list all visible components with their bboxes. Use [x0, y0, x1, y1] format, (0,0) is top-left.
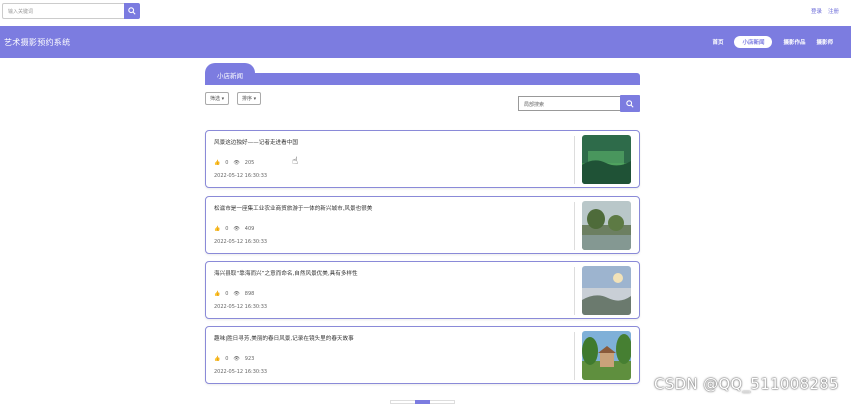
news-date: 2022-05-12 16:30:33	[214, 173, 268, 179]
view-icon: 👁	[233, 160, 240, 166]
site-title: 艺术摄影预约系统	[4, 38, 71, 47]
news-card[interactable]: 海兴县取“靠海而兴”之意而命名,自然风景优美,具有多样性 👍 0 👁 898 202…	[205, 261, 640, 319]
news-thumbnail[interactable]	[582, 135, 631, 184]
login-link[interactable]: 登录	[811, 7, 822, 15]
news-thumbnail[interactable]	[582, 201, 631, 250]
nav-item-photographers[interactable]: 摄影师	[816, 36, 833, 48]
main-nav: 首页 小店新闻 摄影作品 摄影师	[712, 36, 833, 48]
news-date: 2022-05-12 16:30:33	[214, 304, 268, 310]
like-count: 0	[225, 291, 229, 297]
news-title[interactable]: 风景这边独好——记者走进看中国	[214, 138, 298, 146]
divider	[574, 267, 575, 315]
news-card[interactable]: 松滋市是一座集工业农业商贸旅游于一体的新兴城市,风景也很美 👍 0 👁 409 20…	[205, 196, 640, 254]
local-search-input[interactable]: 局部搜索	[518, 96, 621, 111]
news-date: 2022-05-12 16:30:33	[214, 239, 268, 245]
news-card[interactable]: 风景这边独好——记者走进看中国 👍 0 👁 205 2022-05-12 16:30…	[205, 130, 640, 188]
top-search-input[interactable]: 输入关键词	[2, 3, 125, 19]
filter-dropdown[interactable]: 筛选 ▾	[205, 92, 230, 105]
view-icon: 👁	[233, 291, 240, 297]
view-count: 409	[244, 226, 255, 232]
news-title[interactable]: 松滋市是一座集工业农业商贸旅游于一体的新兴城市,风景也很美	[214, 204, 372, 212]
divider	[574, 202, 575, 250]
search-icon	[128, 7, 136, 15]
site-header: 艺术摄影预约系统 首页 小店新闻 摄影作品 摄影师	[0, 26, 851, 58]
register-link[interactable]: 注册	[828, 7, 839, 15]
sort-dropdown[interactable]: 排序 ▾	[237, 92, 262, 105]
pointer-cursor-icon: ☝	[292, 156, 299, 167]
pagination-current-page[interactable]	[415, 400, 430, 404]
view-count: 898	[244, 291, 255, 297]
news-stats: 👍 0 👁 205	[214, 160, 254, 166]
news-thumbnail[interactable]	[582, 266, 631, 315]
news-title[interactable]: 海兴县取“靠海而兴”之意而命名,自然风景优美,具有多样性	[214, 269, 358, 277]
news-title[interactable]: 趣味|胜日寻芳,美丽的春日风景,记录在镜头里的春天故事	[214, 334, 354, 342]
nav-item-news[interactable]: 小店新闻	[734, 36, 773, 48]
news-card[interactable]: 趣味|胜日寻芳,美丽的春日风景,记录在镜头里的春天故事 👍 0 👁 923 2022…	[205, 326, 640, 384]
top-search-button[interactable]	[124, 3, 140, 19]
auth-links: 登录 注册	[811, 7, 839, 15]
watermark: CSDN @QQ_511008285	[654, 375, 839, 393]
divider	[574, 136, 575, 184]
news-stats: 👍 0 👁 898	[214, 291, 254, 297]
like-icon: 👍	[214, 160, 221, 166]
like-icon: 👍	[214, 291, 221, 297]
news-date: 2022-05-12 16:30:33	[214, 369, 268, 375]
like-count: 0	[225, 160, 229, 166]
section-title: 小店新闻	[205, 63, 255, 85]
local-search-button[interactable]	[620, 95, 640, 112]
like-icon: 👍	[214, 226, 221, 232]
nav-item-home[interactable]: 首页	[712, 36, 723, 48]
news-thumbnail[interactable]	[582, 331, 631, 380]
nav-item-works[interactable]: 摄影作品	[783, 36, 805, 48]
top-bar: 输入关键词 登录 注册	[0, 0, 851, 26]
search-icon	[626, 99, 634, 108]
like-count: 0	[225, 356, 229, 362]
like-icon: 👍	[214, 356, 221, 362]
news-stats: 👍 0 👁 923	[214, 356, 254, 362]
like-count: 0	[225, 226, 229, 232]
view-count: 923	[244, 356, 255, 362]
section-heading-bar	[205, 73, 640, 85]
view-icon: 👁	[233, 226, 240, 232]
view-icon: 👁	[233, 356, 240, 362]
divider	[574, 332, 575, 380]
view-count: 205	[244, 160, 255, 166]
news-stats: 👍 0 👁 409	[214, 226, 254, 232]
